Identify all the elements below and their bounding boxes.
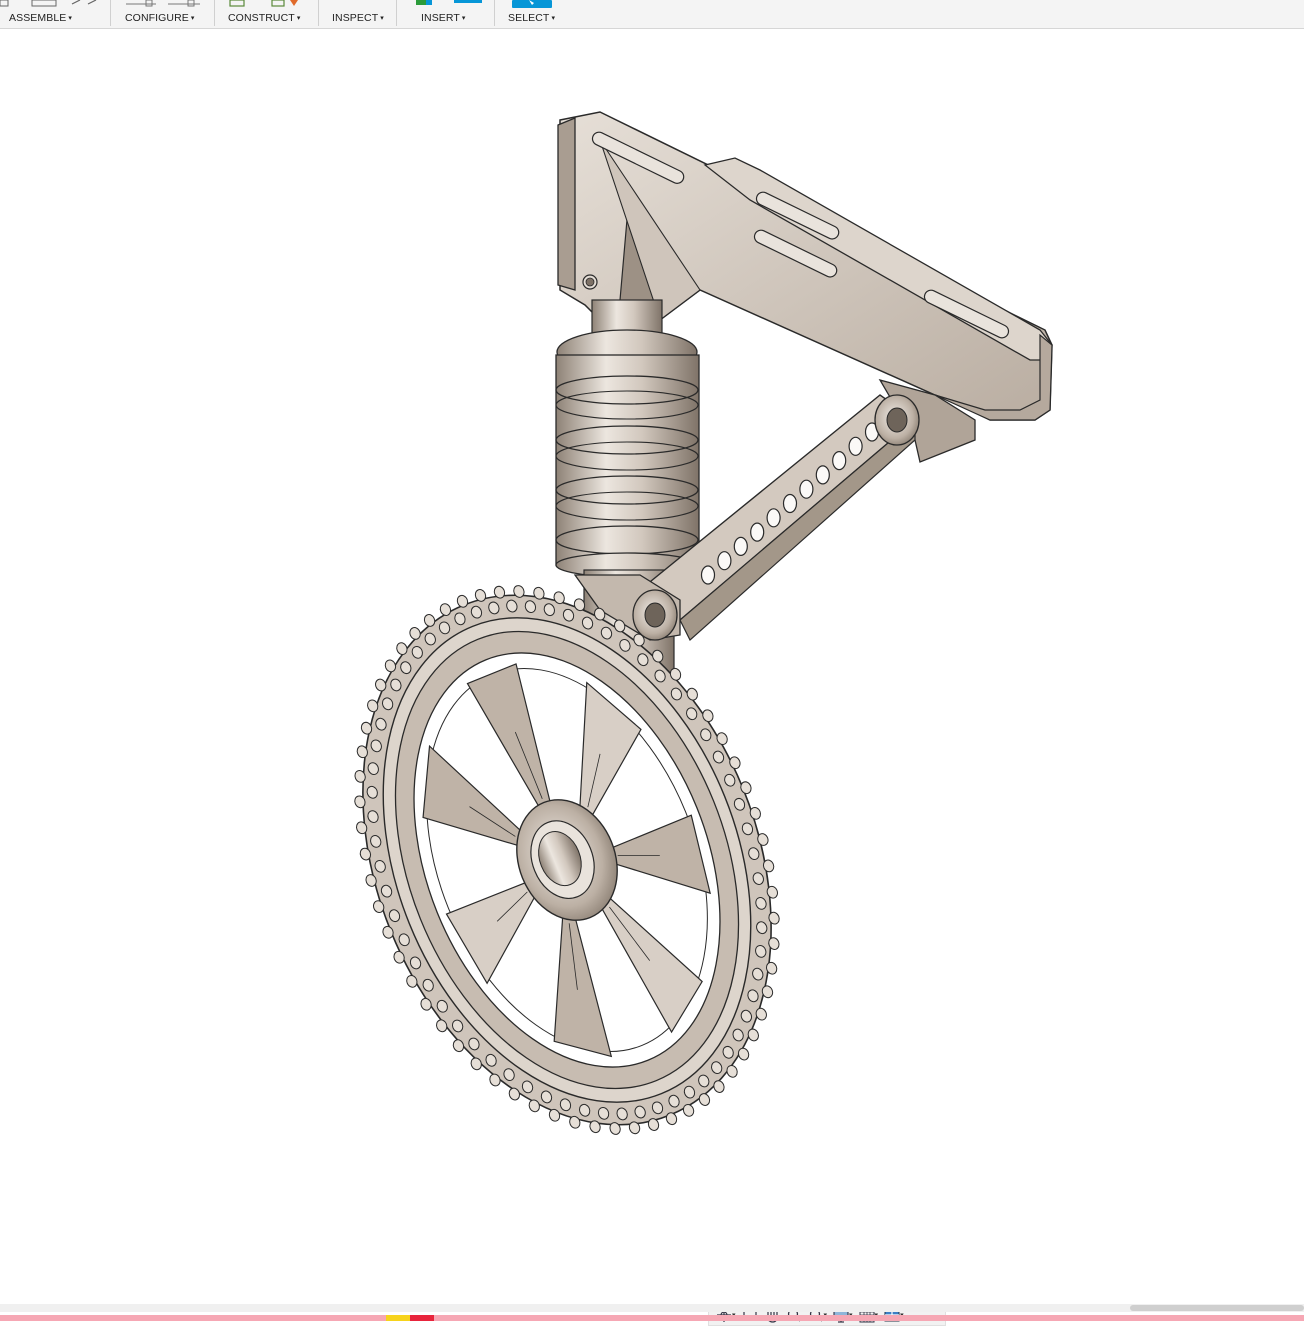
spring-coils: [555, 354, 700, 578]
toolbar-label-assemble[interactable]: ASSEMBLE ▾: [9, 12, 72, 24]
arm-hole: [832, 451, 847, 471]
toolbar-group-configure[interactable]: CONFIGURE ▾: [112, 0, 212, 28]
construct-icons: [229, 0, 298, 7]
chevron-down-icon: ▾: [380, 15, 384, 22]
horizontal-scrollbar[interactable]: [0, 1304, 1304, 1312]
chevron-down-icon: ▾: [461, 15, 466, 22]
scrollbar-thumb[interactable]: [1130, 1305, 1304, 1311]
chevron-down-icon: ▾: [68, 15, 73, 22]
status-marker-yellow: [386, 1315, 410, 1321]
toolbar-separator: [110, 0, 111, 26]
arm-hole: [799, 479, 814, 499]
insert-label: INSERT: [421, 12, 460, 24]
arm-hole: [848, 436, 863, 456]
arm-hole: [782, 493, 798, 514]
toolbar-group-inspect[interactable]: INSPECT ▾: [320, 0, 394, 28]
arm-hole: [733, 536, 748, 557]
arm-hole: [815, 465, 830, 485]
configure-label: CONFIGURE: [125, 12, 189, 24]
chevron-down-icon: ▾: [551, 15, 556, 22]
arm-hole: [766, 508, 781, 528]
status-marker-red: [410, 1315, 434, 1321]
assemble-label: ASSEMBLE: [9, 12, 67, 24]
arm-holes: [700, 422, 880, 585]
toolbar-group-select[interactable]: SELECT ▾: [496, 0, 576, 28]
status-bar: [0, 1315, 1304, 1321]
arm-hole: [700, 565, 716, 585]
toolbar-separator: [494, 0, 495, 26]
inspect-label: INSPECT: [332, 12, 379, 24]
toolbar-separator: [318, 0, 319, 26]
arm-hole: [717, 551, 732, 571]
chevron-down-icon: ▾: [296, 15, 301, 22]
toolbar-separator: [214, 0, 215, 26]
chevron-down-icon: ▾: [190, 15, 195, 22]
toolbar-label-select[interactable]: SELECT ▾: [508, 12, 555, 24]
select-icons: [512, 0, 552, 8]
select-label: SELECT: [508, 12, 550, 24]
assemble-icons: [0, 0, 97, 7]
toolbar-label-configure[interactable]: CONFIGURE ▾: [125, 12, 195, 24]
toolbar-label-insert[interactable]: INSERT ▾: [421, 12, 466, 24]
wheel-assembly[interactable]: [277, 522, 858, 1199]
toolbar: ASSEMBLE ▾ CONFIGURE ▾ CONSTRUCT ▾ INSPECT ▾: [0, 0, 1304, 29]
insert-icons: [416, 0, 482, 5]
construct-label: CONSTRUCT: [228, 12, 295, 24]
canvas-viewport[interactable]: ▾ ▾ ▾ ▾ ▾: [0, 29, 1304, 1326]
configure-icons: [126, 0, 200, 7]
toolbar-group-construct[interactable]: CONSTRUCT ▾: [216, 0, 316, 28]
toolbar-separator: [396, 0, 397, 26]
toolbar-group-insert[interactable]: INSERT ▾: [398, 0, 492, 28]
toolbar-label-construct[interactable]: CONSTRUCT ▾: [228, 12, 300, 24]
arm-hole: [750, 522, 765, 542]
toolbar-group-assemble[interactable]: ASSEMBLE ▾: [0, 0, 108, 28]
toolbar-label-inspect[interactable]: INSPECT ▾: [332, 12, 384, 24]
landing-gear-model[interactable]: [0, 29, 1304, 1304]
